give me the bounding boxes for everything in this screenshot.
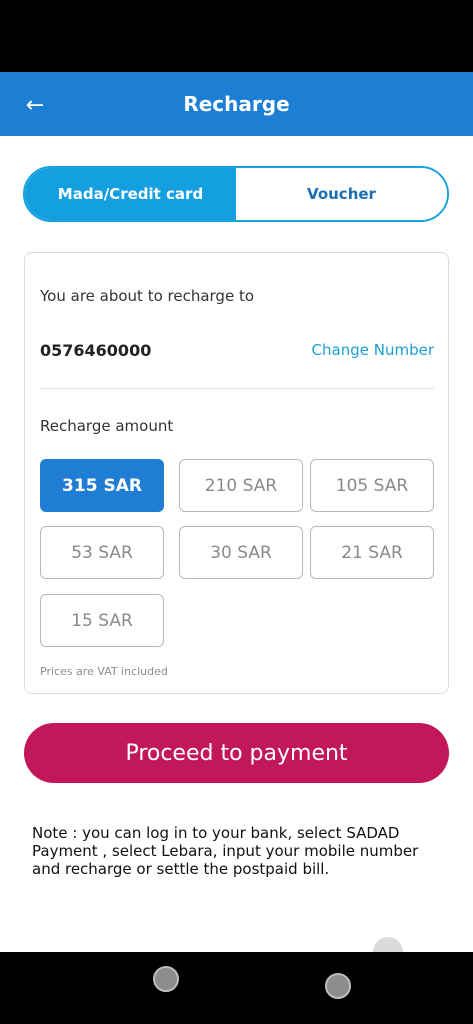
tab-voucher[interactable]: Voucher xyxy=(236,168,447,220)
payment-method-toggle: Mada/Credit card Voucher xyxy=(23,166,449,222)
vat-note: Prices are VAT included xyxy=(40,665,168,678)
page-title: Recharge xyxy=(183,92,290,116)
recharge-amount-label: Recharge amount xyxy=(40,417,174,435)
arrow-left-icon: ← xyxy=(25,92,45,118)
amount-option-53[interactable]: 53 SAR xyxy=(40,526,164,579)
phone-number: 0576460000 xyxy=(40,341,152,360)
recharge-target-label: You are about to recharge to xyxy=(40,287,255,305)
recharge-screen: ← Recharge Mada/Credit card Voucher You … xyxy=(0,72,473,952)
change-number-link[interactable]: Change Number xyxy=(312,341,434,359)
nav-button-right[interactable] xyxy=(325,973,351,999)
amount-option-21[interactable]: 21 SAR xyxy=(310,526,434,579)
amount-option-315[interactable]: 315 SAR xyxy=(40,459,164,512)
recharge-card: You are about to recharge to 0576460000 … xyxy=(24,252,449,694)
amount-option-15[interactable]: 15 SAR xyxy=(40,594,164,647)
tab-mada-credit-card[interactable]: Mada/Credit card xyxy=(25,168,236,220)
sadad-note: Note : you can log in to your bank, sele… xyxy=(32,824,419,878)
proceed-to-payment-button[interactable]: Proceed to payment xyxy=(24,723,449,783)
back-button[interactable]: ← xyxy=(20,90,50,120)
status-bar xyxy=(0,0,473,72)
amount-option-30[interactable]: 30 SAR xyxy=(179,526,303,579)
amount-option-210[interactable]: 210 SAR xyxy=(179,459,303,512)
navigation-bar xyxy=(0,952,473,1024)
amount-option-105[interactable]: 105 SAR xyxy=(310,459,434,512)
divider xyxy=(40,388,434,389)
nav-button-left[interactable] xyxy=(153,966,179,992)
app-header: ← Recharge xyxy=(0,72,473,136)
